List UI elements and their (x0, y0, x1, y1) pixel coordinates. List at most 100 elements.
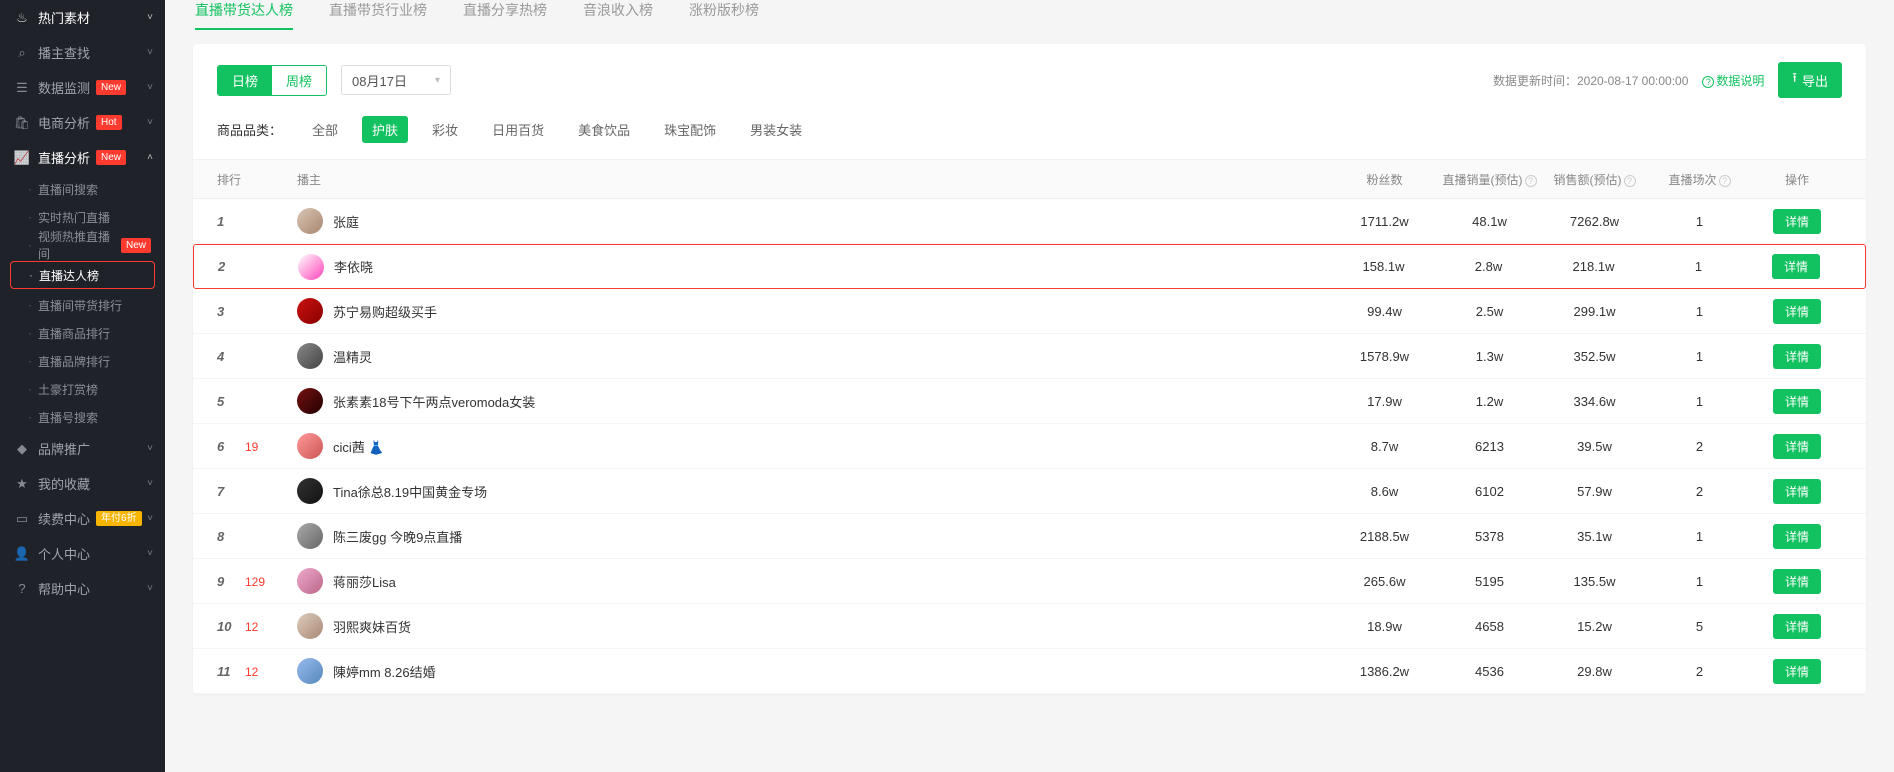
info-icon: ? (1624, 175, 1636, 187)
filter-label: 商品品类： (217, 120, 282, 139)
chevron-icon: ˅ (147, 513, 153, 524)
sidebar-subitem-实时热门直播[interactable]: ·实时热门直播 (0, 203, 165, 231)
cell-host[interactable]: 苏宁易购超级买手 (297, 298, 1332, 324)
chevron-icon: ˅ (147, 443, 153, 454)
host-name: 羽熙爽妹百货 (333, 617, 411, 636)
segment-周榜[interactable]: 周榜 (272, 66, 326, 95)
table-row: 4 温精灵 1578.9w 1.3w 352.5w 1 详情 (193, 334, 1866, 379)
cell-amount: 35.1w (1542, 529, 1647, 544)
cell-rank: 7 (217, 484, 297, 499)
sidebar-subitem-直播间带货排行[interactable]: ·直播间带货排行 (0, 291, 165, 319)
cell-host[interactable]: 张庭 (297, 208, 1332, 234)
cell-sessions: 1 (1647, 214, 1752, 229)
cell-sessions: 2 (1647, 484, 1752, 499)
avatar (297, 613, 323, 639)
sidebar-item-label: 帮助中心 (38, 579, 90, 598)
cell-fans: 99.4w (1332, 304, 1437, 319)
filter-opt-日用百货[interactable]: 日用百货 (482, 116, 554, 143)
sidebar-subitem-直播商品排行[interactable]: ·直播商品排行 (0, 319, 165, 347)
detail-button[interactable]: 详情 (1773, 614, 1821, 639)
cell-host[interactable]: 蒋丽莎Lisa (297, 568, 1332, 594)
sidebar-subitem-直播间搜索[interactable]: ·直播间搜索 (0, 175, 165, 203)
host-name: 苏宁易购超级买手 (333, 302, 437, 321)
sidebar-item-续费中心[interactable]: ▭续费中心年付6折˅ (0, 501, 165, 536)
sidebar-item-帮助中心[interactable]: ?帮助中心˅ (0, 571, 165, 606)
detail-button[interactable]: 详情 (1772, 254, 1820, 279)
chevron-down-icon: ▾ (435, 75, 440, 86)
detail-button[interactable]: 详情 (1773, 479, 1821, 504)
detail-button[interactable]: 详情 (1773, 569, 1821, 594)
host-name: 张素素18号下午两点veromoda女装 (333, 392, 535, 411)
avatar (297, 478, 323, 504)
tab-直播带货达人榜[interactable]: 直播带货达人榜 (195, 0, 293, 30)
avatar (297, 433, 323, 459)
cell-amount: 135.5w (1542, 574, 1647, 589)
detail-button[interactable]: 详情 (1773, 209, 1821, 234)
sidebar-item-label: 续费中心 (38, 509, 90, 528)
date-picker[interactable]: 08月17日 ▾ (341, 65, 451, 95)
filter-opt-珠宝配饰[interactable]: 珠宝配饰 (654, 116, 726, 143)
th-fans: 粉丝数 (1332, 171, 1437, 188)
sidebar-item-电商分析[interactable]: 🛍电商分析Hot˅ (0, 105, 165, 140)
cell-sales: 4536 (1437, 664, 1542, 679)
avatar (297, 568, 323, 594)
cell-amount: 15.2w (1542, 619, 1647, 634)
cell-sales: 1.2w (1437, 394, 1542, 409)
cell-action: 详情 (1751, 254, 1841, 279)
cell-sales: 48.1w (1437, 214, 1542, 229)
cell-host[interactable]: 温精灵 (297, 343, 1332, 369)
sidebar-item-我的收藏[interactable]: ★我的收藏˅ (0, 466, 165, 501)
tab-直播分享热榜[interactable]: 直播分享热榜 (463, 0, 547, 30)
help-icon: ? (14, 581, 30, 597)
detail-button[interactable]: 详情 (1773, 344, 1821, 369)
cell-host[interactable]: 陳婷mm 8.26结婚 (297, 658, 1332, 684)
cell-sessions: 1 (1647, 529, 1752, 544)
cell-rank: 1012 (217, 619, 297, 634)
sidebar-item-播主查找[interactable]: ⌕播主查找˅ (0, 35, 165, 70)
cell-host[interactable]: 羽熙爽妹百货 (297, 613, 1332, 639)
segment-日榜[interactable]: 日榜 (218, 66, 272, 95)
filter-opt-全部[interactable]: 全部 (302, 116, 348, 143)
detail-button[interactable]: 详情 (1773, 434, 1821, 459)
tab-音浪收入榜[interactable]: 音浪收入榜 (583, 0, 653, 30)
detail-button[interactable]: 详情 (1773, 389, 1821, 414)
period-segment: 日榜周榜 (217, 65, 327, 96)
sidebar-subitem-视频热推直播间[interactable]: ·视频热推直播间New (0, 231, 165, 259)
host-name: 陳婷mm 8.26结婚 (333, 662, 436, 681)
chevron-icon: ˄ (147, 152, 153, 163)
filter-opt-护肤[interactable]: 护肤 (362, 116, 408, 143)
detail-button[interactable]: 详情 (1773, 659, 1821, 684)
export-button[interactable]: ⭱ 导出 (1778, 62, 1842, 98)
sidebar-item-个人中心[interactable]: 👤个人中心˅ (0, 536, 165, 571)
data-explain-link[interactable]: ?数据说明 (1702, 72, 1764, 89)
detail-button[interactable]: 详情 (1773, 524, 1821, 549)
sidebar-subitem-直播品牌排行[interactable]: ·直播品牌排行 (0, 347, 165, 375)
cell-amount: 57.9w (1542, 484, 1647, 499)
tab-直播带货行业榜[interactable]: 直播带货行业榜 (329, 0, 427, 30)
cell-rank: 1 (217, 214, 297, 229)
tab-涨粉版秒榜[interactable]: 涨粉版秒榜 (689, 0, 759, 30)
sidebar-item-品牌推广[interactable]: ◆品牌推广˅ (0, 431, 165, 466)
table-row: 5 张素素18号下午两点veromoda女装 17.9w 1.2w 334.6w… (193, 379, 1866, 424)
star-icon: ★ (14, 476, 30, 492)
cell-host[interactable]: cici茜 👗 (297, 433, 1332, 459)
detail-button[interactable]: 详情 (1773, 299, 1821, 324)
filter-opt-男装女装[interactable]: 男装女装 (740, 116, 812, 143)
cell-host[interactable]: 张素素18号下午两点veromoda女装 (297, 388, 1332, 414)
filter-opt-美食饮品[interactable]: 美食饮品 (568, 116, 640, 143)
cell-host[interactable]: 李依晓 (298, 254, 1331, 280)
chevron-icon: ˅ (147, 12, 153, 23)
avatar (297, 388, 323, 414)
cell-host[interactable]: 陈三废gg 今晚9点直播 (297, 523, 1332, 549)
sidebar-item-数据监测[interactable]: ☰数据监测New˅ (0, 70, 165, 105)
filter-opt-彩妆[interactable]: 彩妆 (422, 116, 468, 143)
table-row: 1 张庭 1711.2w 48.1w 7262.8w 1 详情 (193, 199, 1866, 244)
th-action: 操作 (1752, 171, 1842, 188)
sidebar-item-热门素材[interactable]: ♨热门素材˅ (0, 0, 165, 35)
sidebar-subitem-直播达人榜[interactable]: ·直播达人榜 (10, 261, 155, 289)
sidebar-subitem-直播号搜索[interactable]: ·直播号搜索 (0, 403, 165, 431)
sidebar-subitem-土豪打赏榜[interactable]: ·土豪打赏榜 (0, 375, 165, 403)
cell-sales: 2.8w (1436, 259, 1541, 274)
sidebar-item-直播分析[interactable]: 📈直播分析New˄ (0, 140, 165, 175)
cell-host[interactable]: Tina徐总8.19中国黄金专场 (297, 478, 1332, 504)
